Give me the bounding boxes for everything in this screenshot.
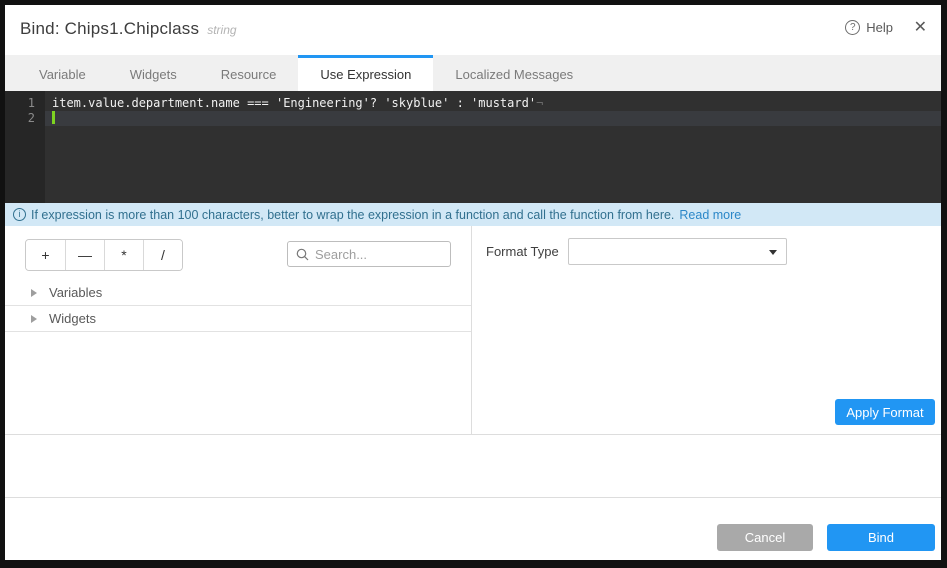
main-area: + — * / Variables Widgets (5, 226, 941, 435)
search-input[interactable] (315, 247, 442, 262)
tab-bar: Variable Widgets Resource Use Expression… (5, 55, 941, 91)
binding-source-tree: Variables Widgets (5, 280, 471, 332)
dialog-footer: Cancel Bind (5, 497, 941, 560)
editor-cursor (52, 111, 55, 124)
format-type-label: Format Type (486, 244, 559, 259)
code-text: item.value.department.name === 'Engineer… (52, 96, 536, 110)
line-number: 2 (5, 111, 45, 126)
code-line-1: item.value.department.name === 'Engineer… (45, 96, 941, 111)
read-more-link[interactable]: Read more (679, 208, 741, 222)
info-text: If expression is more than 100 character… (31, 208, 674, 222)
plus-operator-button[interactable]: + (26, 240, 65, 270)
minus-operator-button[interactable]: — (65, 240, 104, 270)
tree-item-widgets[interactable]: Widgets (5, 306, 471, 332)
caret-right-icon[interactable] (31, 315, 37, 323)
divide-operator-button[interactable]: / (143, 240, 182, 270)
search-icon (296, 248, 309, 261)
multiply-operator-button[interactable]: * (104, 240, 143, 270)
editor-code-area[interactable]: item.value.department.name === 'Engineer… (45, 91, 941, 203)
tree-item-label: Variables (49, 285, 102, 300)
title-wrap: Bind: Chips1.Chipclass string (20, 19, 237, 39)
help-button[interactable]: ? Help (845, 20, 893, 35)
help-question-icon: ? (845, 20, 860, 35)
line-number: 1 (5, 96, 45, 111)
dialog-header: Bind: Chips1.Chipclass string ? Help ✕ (5, 5, 941, 55)
code-line-2 (45, 111, 941, 126)
dialog-title: Bind: Chips1.Chipclass (20, 19, 199, 39)
tab-widgets[interactable]: Widgets (108, 55, 199, 91)
tab-resource[interactable]: Resource (199, 55, 299, 91)
help-label: Help (866, 20, 893, 35)
tab-use-expression[interactable]: Use Expression (298, 55, 433, 91)
dialog-subtitle: string (207, 23, 236, 37)
search-box[interactable] (287, 241, 451, 267)
bind-button[interactable]: Bind (827, 524, 935, 551)
format-type-select[interactable] (568, 238, 787, 265)
editor-gutter: 1 2 (5, 91, 45, 203)
eol-marker: ¬ (536, 96, 543, 110)
expression-info-bar: i If expression is more than 100 charact… (5, 203, 941, 226)
operator-button-group: + — * / (25, 239, 183, 271)
tree-item-variables[interactable]: Variables (5, 280, 471, 306)
tab-localized-messages[interactable]: Localized Messages (433, 55, 595, 91)
close-icon[interactable]: ✕ (914, 18, 927, 38)
tree-item-label: Widgets (49, 311, 96, 326)
info-icon: i (13, 208, 26, 221)
dropdown-arrow-icon (769, 250, 777, 255)
caret-right-icon[interactable] (31, 289, 37, 297)
format-panel: Format Type Apply Format (471, 226, 941, 434)
expression-tools-panel: + — * / Variables Widgets (5, 226, 471, 434)
cancel-button[interactable]: Cancel (717, 524, 813, 551)
tab-variable[interactable]: Variable (17, 55, 108, 91)
bind-dialog: Bind: Chips1.Chipclass string ? Help ✕ V… (5, 5, 941, 560)
apply-format-button[interactable]: Apply Format (835, 399, 935, 425)
expression-code-editor[interactable]: 1 2 item.value.department.name === 'Engi… (5, 91, 941, 203)
